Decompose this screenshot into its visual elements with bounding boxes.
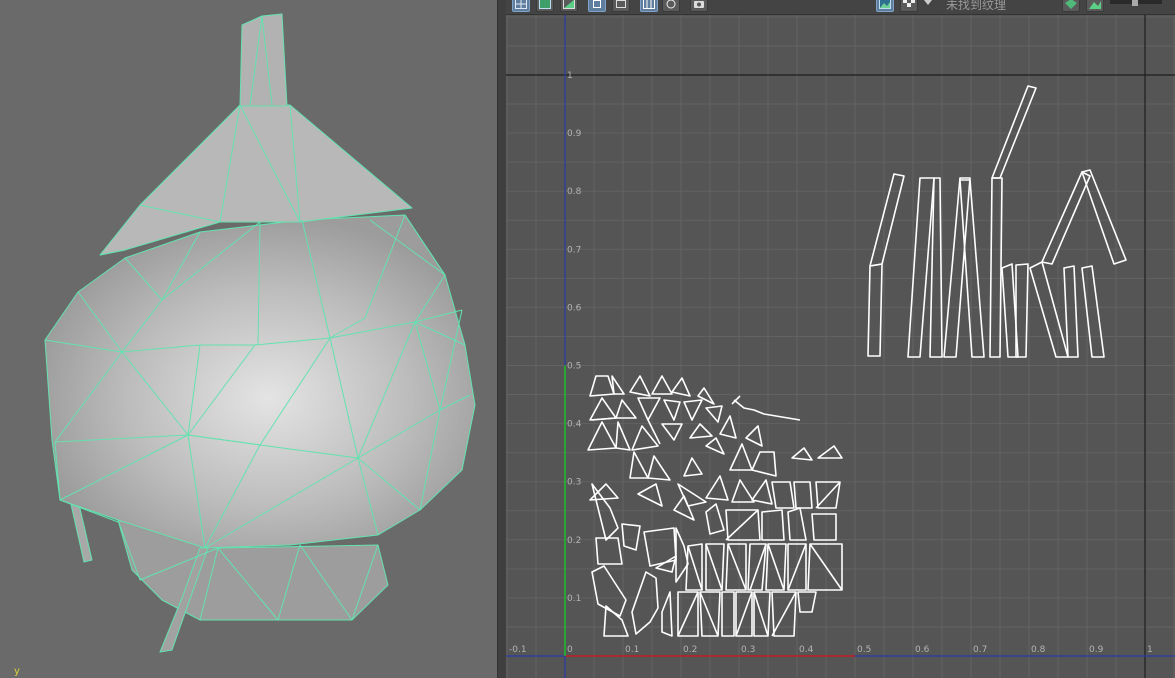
- x-tick-label: 0.2: [683, 645, 697, 655]
- y-tick-label: 0.1: [567, 594, 581, 604]
- texture-status-text: 未找到纹理: [946, 0, 1007, 12]
- tile-icon[interactable]: [662, 0, 680, 12]
- x-tick-label: 0.6: [915, 645, 930, 655]
- y-tick-label: 0.2: [567, 536, 581, 546]
- uv-editor-panel[interactable]: -0.1 0 0.1 0.2 0.3 0.4 0.5 0.6 0.7 0.8 0.9 1 0.1 0.2 0…: [506, 0, 1175, 678]
- dropdown-icon[interactable]: [922, 0, 934, 12]
- y-tick-label: 0.7: [567, 245, 581, 255]
- x-tick-label: 0.7: [973, 645, 987, 655]
- uv-axes: [506, 0, 1175, 678]
- x-tick-label: 0: [567, 645, 573, 655]
- render-icon[interactable]: [1062, 0, 1080, 12]
- y-tick-label: 0.4: [567, 420, 582, 430]
- image-icon[interactable]: [876, 0, 894, 12]
- y-tick-label: 0.3: [567, 478, 581, 488]
- y-tick-label: 0.8: [567, 187, 582, 197]
- y-tick-label: 1: [567, 71, 573, 81]
- x-tick-label: 0.1: [625, 645, 639, 655]
- select-uv-icon[interactable]: [588, 0, 606, 12]
- y-tick-label: 0.9: [567, 129, 582, 139]
- x-tick-label: 0.8: [1031, 645, 1046, 655]
- x-tick-label: 0.3: [741, 645, 755, 655]
- x-tick-label: 0.4: [799, 645, 814, 655]
- x-tick-label: 1: [1147, 645, 1153, 655]
- x-tick-label: -0.1: [509, 645, 527, 655]
- texture-border-icon[interactable]: [560, 0, 578, 12]
- exposure-icon[interactable]: [1086, 0, 1104, 12]
- uv-grid-icon[interactable]: [512, 0, 530, 12]
- axis-y-label: y: [14, 666, 20, 677]
- frame-icon[interactable]: [612, 0, 630, 12]
- model-mesh[interactable]: [44, 13, 476, 653]
- snapshot-icon[interactable]: [690, 0, 708, 12]
- shaded-uv-icon[interactable]: [536, 0, 554, 12]
- uv-frame: [506, 0, 1175, 678]
- uv-shells[interactable]: [587, 85, 1127, 637]
- uv-shell-cluster[interactable]: [587, 375, 843, 637]
- uv-editor-toolbar: 未找到纹理: [506, 0, 1175, 15]
- x-tick-label: 0.5: [857, 645, 871, 655]
- exposure-slider[interactable]: [1110, 0, 1162, 6]
- uv-grid: [506, 0, 1175, 678]
- grid-toggle-icon[interactable]: [640, 0, 658, 12]
- checker-icon[interactable]: [900, 0, 918, 12]
- exposure-slider-handle[interactable]: [1132, 0, 1138, 6]
- perspective-viewport[interactable]: y: [0, 0, 497, 678]
- y-tick-label: 0.5: [567, 362, 581, 372]
- y-tick-label: 0.6: [567, 303, 582, 313]
- x-tick-label: 0.9: [1089, 645, 1104, 655]
- uv-canvas[interactable]: -0.1 0 0.1 0.2 0.3 0.4 0.5 0.6 0.7 0.8 0.9 1 0.1 0.2 0…: [506, 0, 1175, 678]
